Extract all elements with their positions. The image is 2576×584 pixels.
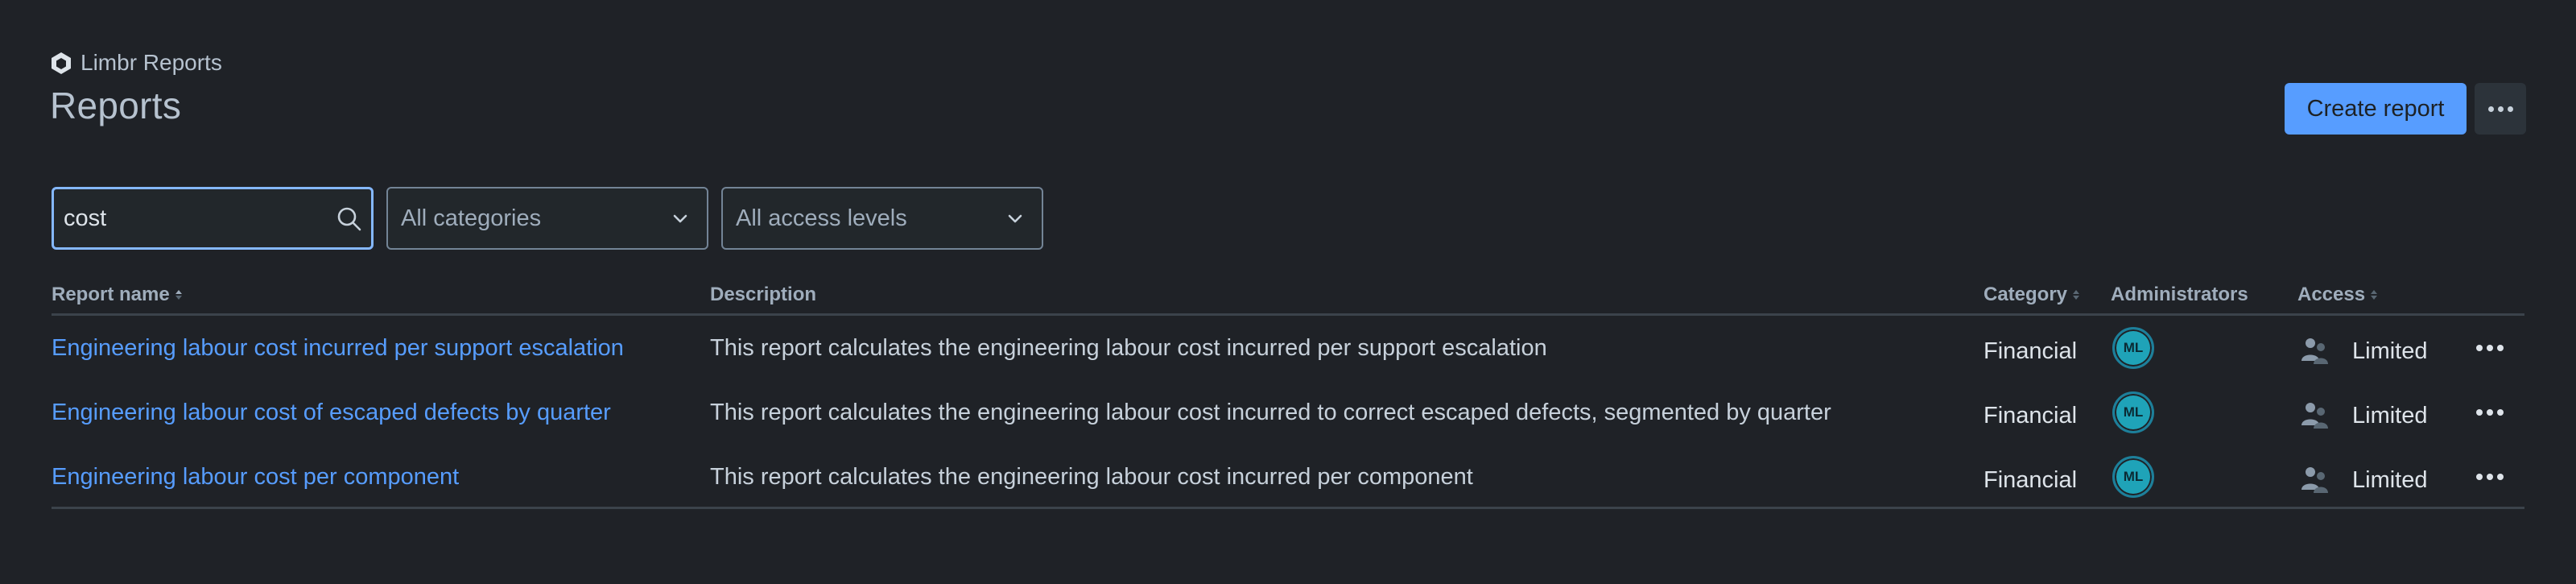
access-select-value: All access levels bbox=[736, 205, 907, 231]
more-icon bbox=[2487, 106, 2513, 112]
search-input[interactable] bbox=[64, 205, 329, 232]
category-select-value: All categories bbox=[401, 205, 542, 231]
search-field[interactable] bbox=[52, 187, 374, 250]
people-icon bbox=[2301, 338, 2328, 364]
table-header: Report name Description Category Adminis… bbox=[52, 277, 2524, 316]
avatar[interactable]: ML bbox=[2112, 456, 2154, 498]
avatar[interactable]: ML bbox=[2112, 327, 2154, 369]
report-name-link[interactable]: Engineering labour cost incurred per sup… bbox=[52, 335, 624, 362]
page-title: Reports bbox=[50, 85, 182, 126]
category-select[interactable]: All categories bbox=[386, 187, 708, 250]
column-header-label: Description bbox=[710, 284, 817, 305]
chevron-down-icon bbox=[673, 214, 687, 223]
row-more-button[interactable] bbox=[2476, 345, 2504, 351]
breadcrumb[interactable]: Limbr Reports bbox=[50, 50, 222, 76]
people-icon bbox=[2301, 467, 2328, 493]
page-more-actions-button[interactable] bbox=[2475, 83, 2526, 135]
table-row: Engineering labour cost per component Th… bbox=[52, 445, 2524, 509]
row-more-button[interactable] bbox=[2476, 474, 2504, 480]
column-header-administrators: Administrators bbox=[2111, 284, 2248, 306]
column-header-category[interactable]: Category bbox=[1984, 284, 2080, 306]
search-icon bbox=[337, 207, 361, 231]
report-name-link[interactable]: Engineering labour cost per component bbox=[52, 464, 459, 491]
access-label: Limited bbox=[2352, 402, 2428, 429]
access-level: Limited bbox=[2299, 393, 2428, 432]
column-header-report-name[interactable]: Report name bbox=[52, 284, 183, 306]
sort-icon bbox=[2073, 290, 2080, 300]
access-label: Limited bbox=[2352, 466, 2428, 493]
people-icon bbox=[2301, 403, 2328, 429]
breadcrumb-label: Limbr Reports bbox=[80, 50, 222, 75]
table-row: Engineering labour cost incurred per sup… bbox=[52, 316, 2524, 380]
column-header-description: Description bbox=[710, 284, 816, 306]
sort-icon bbox=[175, 290, 182, 300]
access-level: Limited bbox=[2299, 458, 2428, 496]
chevron-down-icon bbox=[1008, 214, 1022, 223]
column-header-label: Category bbox=[1984, 284, 2068, 305]
row-more-button[interactable] bbox=[2476, 409, 2504, 416]
report-category: Financial bbox=[1984, 338, 2078, 364]
report-category: Financial bbox=[1984, 466, 2078, 493]
column-header-label: Report name bbox=[52, 284, 170, 305]
create-report-button[interactable]: Create report bbox=[2285, 83, 2467, 135]
report-description: This report calculates the engineering l… bbox=[710, 463, 1473, 490]
report-name-link[interactable]: Engineering labour cost of escaped defec… bbox=[52, 400, 611, 426]
sort-icon bbox=[2371, 290, 2378, 300]
report-category: Financial bbox=[1984, 402, 2078, 429]
reports-table: Report name Description Category Adminis… bbox=[52, 277, 2524, 509]
hexagon-logo-icon bbox=[52, 52, 71, 74]
report-description: This report calculates the engineering l… bbox=[710, 399, 1831, 425]
avatar[interactable]: ML bbox=[2112, 391, 2154, 433]
access-label: Limited bbox=[2352, 338, 2428, 364]
column-header-label: Administrators bbox=[2111, 284, 2248, 305]
report-description: This report calculates the engineering l… bbox=[710, 334, 1547, 361]
access-level-select[interactable]: All access levels bbox=[721, 187, 1043, 250]
column-header-label: Access bbox=[2297, 284, 2366, 305]
column-header-access[interactable]: Access bbox=[2297, 284, 2378, 306]
table-row: Engineering labour cost of escaped defec… bbox=[52, 380, 2524, 445]
access-level: Limited bbox=[2299, 329, 2428, 367]
